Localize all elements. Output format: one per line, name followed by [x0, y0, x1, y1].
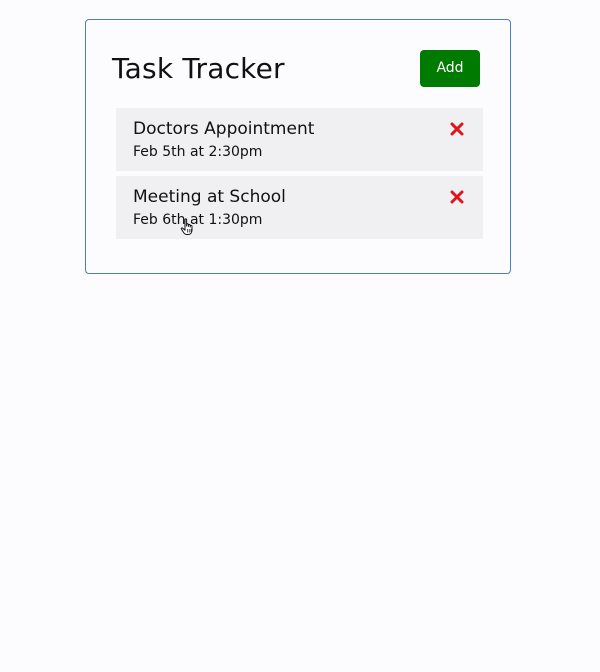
- page-title: Task Tracker: [112, 52, 285, 85]
- task-date: Feb 6th at 1:30pm: [133, 212, 263, 228]
- close-icon[interactable]: [450, 190, 464, 204]
- close-icon[interactable]: [450, 122, 464, 136]
- task-list: Doctors Appointment Feb 5th at 2:30pm Me…: [116, 108, 483, 244]
- task-title: Meeting at School: [133, 187, 286, 207]
- task-title: Doctors Appointment: [133, 119, 315, 139]
- task-item[interactable]: Meeting at School Feb 6th at 1:30pm: [116, 176, 483, 239]
- task-item[interactable]: Doctors Appointment Feb 5th at 2:30pm: [116, 108, 483, 171]
- header: Task Tracker Add: [112, 50, 480, 88]
- task-date: Feb 5th at 2:30pm: [133, 144, 263, 160]
- add-button[interactable]: Add: [420, 50, 480, 87]
- task-tracker-container: Task Tracker Add Doctors Appointment Feb…: [85, 19, 511, 274]
